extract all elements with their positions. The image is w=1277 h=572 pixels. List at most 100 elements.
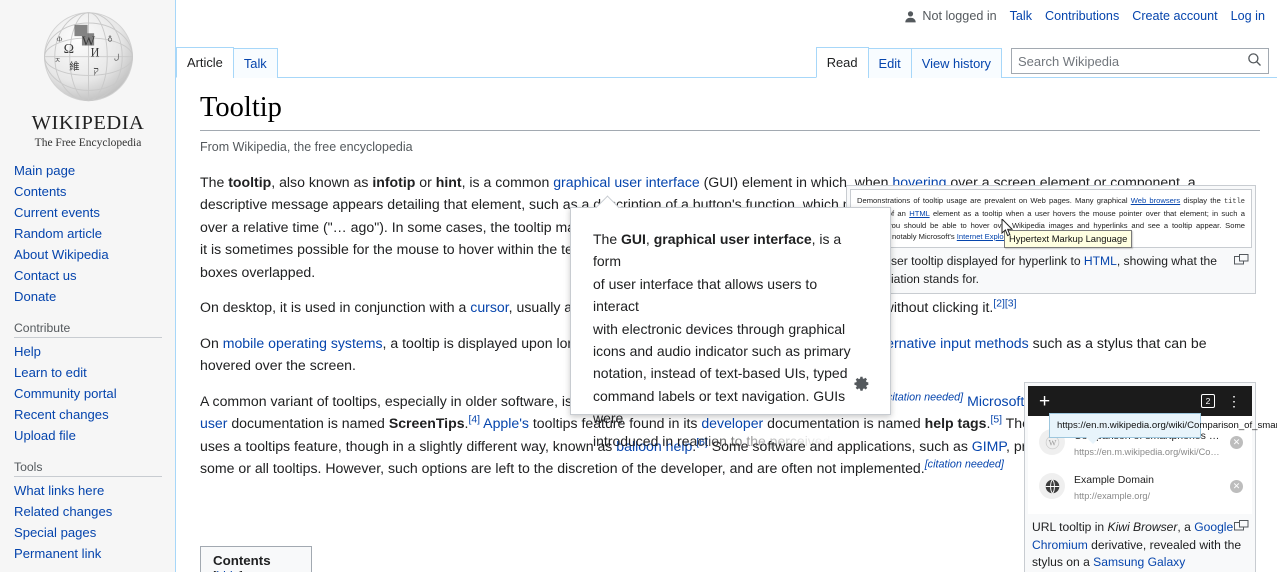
plus-icon[interactable]: + <box>1039 392 1050 411</box>
svg-text:♁: ♁ <box>107 35 112 44</box>
page-preview-line: introduced in reaction to the perceived … <box>593 432 846 449</box>
sidebar-item-contents[interactable]: Contents <box>14 181 175 202</box>
page-preview-line: command labels or text navigation. GUIs … <box>593 387 846 427</box>
sidebar-item-upload-file[interactable]: Upload file <box>14 425 175 446</box>
sidebar-item-random-article[interactable]: Random article <box>14 223 175 244</box>
sidebar-item-related-changes[interactable]: Related changes <box>14 501 175 522</box>
bold-text: ScreenTips <box>388 415 465 432</box>
citation-needed-link[interactable]: [citation needed] <box>884 391 963 403</box>
sidebar-item-donate[interactable]: Donate <box>14 286 175 307</box>
tab-read[interactable]: Read <box>815 47 869 78</box>
sidebar-link-about-wikipedia[interactable]: About Wikipedia <box>14 245 109 264</box>
thumbnail-image-browser-tooltip[interactable]: Demonstrations of tooltip usage are prev… <box>850 189 1252 249</box>
toc-label: Contents <box>213 553 271 568</box>
text-run: display the <box>1180 196 1224 205</box>
citation-needed-link[interactable]: [citation needed] <box>925 458 1004 470</box>
table-of-contents-box: Contents [hide] <box>200 546 312 572</box>
personal-link-talk[interactable]: Talk <box>1010 10 1032 23</box>
inline-link[interactable]: GIMP <box>972 438 1006 454</box>
search-input[interactable] <box>1012 53 1240 69</box>
sidebar-link-help[interactable]: Help <box>14 342 41 361</box>
citation-needed-marker[interactable]: [citation needed] <box>925 458 1004 470</box>
sidebar-link-permanent-link[interactable]: Permanent link <box>14 544 101 563</box>
inline-link[interactable]: cursor <box>470 299 508 315</box>
magnify-icon[interactable] <box>1234 520 1249 531</box>
inline-link[interactable]: HTML <box>909 209 929 218</box>
sidebar-link-donate[interactable]: Donate <box>14 287 56 306</box>
inline-link[interactable]: HTML <box>1084 254 1117 268</box>
kiwi-tab-row[interactable]: Example Domain http://example.org/ ✕ <box>1028 464 1252 508</box>
thumbnail-caption-browser-tooltip: A browser tooltip displayed for hyperlin… <box>850 248 1252 290</box>
sidebar-link-related-changes[interactable]: Related changes <box>14 502 112 521</box>
page-preview-settings-button[interactable] <box>853 375 870 392</box>
sidebar-item-permanent-link[interactable]: Permanent link <box>14 543 175 564</box>
sidebar-link-contact-us[interactable]: Contact us <box>14 266 77 285</box>
sidebar-item-community-portal[interactable]: Community portal <box>14 383 175 404</box>
inline-link[interactable]: mobile operating systems <box>223 335 383 351</box>
magnify-icon[interactable] <box>1234 254 1249 265</box>
sidebar-item-what-links-here[interactable]: What links here <box>14 480 175 501</box>
kiwi-toolbar: + 2 ⋮ <box>1028 386 1252 416</box>
text-run: Demonstrations of tooltip usage are prev… <box>857 196 1131 205</box>
sidebar-item-contact-us[interactable]: Contact us <box>14 265 175 286</box>
personal-link-create-account[interactable]: Create account <box>1132 10 1217 23</box>
reference-link[interactable]: [4] <box>468 414 480 425</box>
sidebar-link-current-events[interactable]: Current events <box>14 203 100 222</box>
inline-link[interactable]: Microsoft <box>967 393 1024 409</box>
tab-talk[interactable]: Talk <box>232 48 278 78</box>
sidebar-item-special-pages[interactable]: Special pages <box>14 522 175 543</box>
preview-term-abbr: GUI <box>621 231 646 247</box>
personal-link-log-in[interactable]: Log in <box>1231 10 1265 23</box>
wikipedia-logo[interactable]: W Ω И 維 ק Ф ♁ ل ㅈ WIKIPEDIA The Free Enc… <box>0 0 176 160</box>
sidebar-link-upload-file[interactable]: Upload file <box>14 426 76 445</box>
sidebar-item-main-page[interactable]: Main page <box>14 160 175 181</box>
sidebar-link-community-portal[interactable]: Community portal <box>14 384 117 403</box>
tab-view-history[interactable]: View history <box>910 48 1002 78</box>
reference-marker[interactable]: [2][3] <box>993 298 1016 309</box>
reference-link[interactable]: [2][3] <box>993 298 1016 309</box>
inline-link[interactable]: graphical user interface <box>553 174 700 190</box>
italic-text: Kiwi Browser <box>1107 520 1178 534</box>
sidebar-item-help[interactable]: Help <box>14 341 175 362</box>
inline-link[interactable]: Web browsers <box>1131 196 1180 205</box>
sidebar-item-about-wikipedia[interactable]: About Wikipedia <box>14 244 175 265</box>
inline-link[interactable]: Samsung Galaxy <box>1093 555 1185 569</box>
close-circle-icon[interactable]: ✕ <box>1230 435 1243 449</box>
search-icon <box>1247 52 1262 70</box>
page-preview-line: of user interface that allows users to i… <box>593 275 818 315</box>
close-circle-icon[interactable]: ✕ <box>1230 479 1243 493</box>
tab-article[interactable]: Article <box>176 47 234 78</box>
sidebar-item-learn-to-edit[interactable]: Learn to edit <box>14 362 175 383</box>
text-run: uses a tooltips feature, though in a sli… <box>200 437 617 454</box>
page-preview-popup[interactable]: The GUI, graphical user interface, is a … <box>570 207 891 449</box>
kiwi-tab-text: Example Domain http://example.org/ <box>1074 470 1221 502</box>
inline-link[interactable]: alternative input methods <box>871 335 1028 351</box>
reference-marker[interactable]: [5] <box>990 414 1002 425</box>
sidebar-link-special-pages[interactable]: Special pages <box>14 523 96 542</box>
personal-link-contributions[interactable]: Contributions <box>1045 10 1119 23</box>
site-subtitle: From Wikipedia, the free encyclopedia <box>200 139 413 154</box>
search-button[interactable] <box>1240 49 1268 73</box>
user-icon <box>904 10 917 23</box>
sidebar-link-main-page[interactable]: Main page <box>14 161 75 180</box>
reference-link[interactable]: [5] <box>990 414 1002 425</box>
citation-needed-marker[interactable]: [citation needed] <box>884 391 963 403</box>
tab-count-badge[interactable]: 2 <box>1201 394 1215 408</box>
reference-marker[interactable]: [4] <box>468 414 480 425</box>
sidebar-item-recent-changes[interactable]: Recent changes <box>14 404 175 425</box>
sidebar-link-recent-changes[interactable]: Recent changes <box>14 405 109 424</box>
thumbnail-browser-tooltip: Demonstrations of tooltip usage are prev… <box>846 185 1256 295</box>
sidebar-group-contribute: Help Learn to edit Community portal Rece… <box>14 341 175 446</box>
browser-tooltip-popup: Hypertext Markup Language <box>1004 230 1133 248</box>
more-vertical-icon[interactable]: ⋮ <box>1227 394 1241 408</box>
sidebar: W Ω И 維 ק Ф ♁ ل ㅈ WIKIPEDIA The Free Enc… <box>0 0 176 572</box>
thumbnail-kiwi-browser: + 2 ⋮ W Comparison of smartphones … http… <box>1024 382 1277 572</box>
inline-link[interactable]: Apple's <box>483 415 529 431</box>
sidebar-link-what-links-here[interactable]: What links here <box>14 481 104 500</box>
thumbnail-image-kiwi-browser[interactable]: + 2 ⋮ W Comparison of smartphones … http… <box>1028 386 1277 514</box>
tab-edit[interactable]: Edit <box>867 48 912 78</box>
sidebar-link-learn-to-edit[interactable]: Learn to edit <box>14 363 87 382</box>
sidebar-item-current-events[interactable]: Current events <box>14 202 175 223</box>
sidebar-link-contents[interactable]: Contents <box>14 182 66 201</box>
sidebar-link-random-article[interactable]: Random article <box>14 224 102 243</box>
